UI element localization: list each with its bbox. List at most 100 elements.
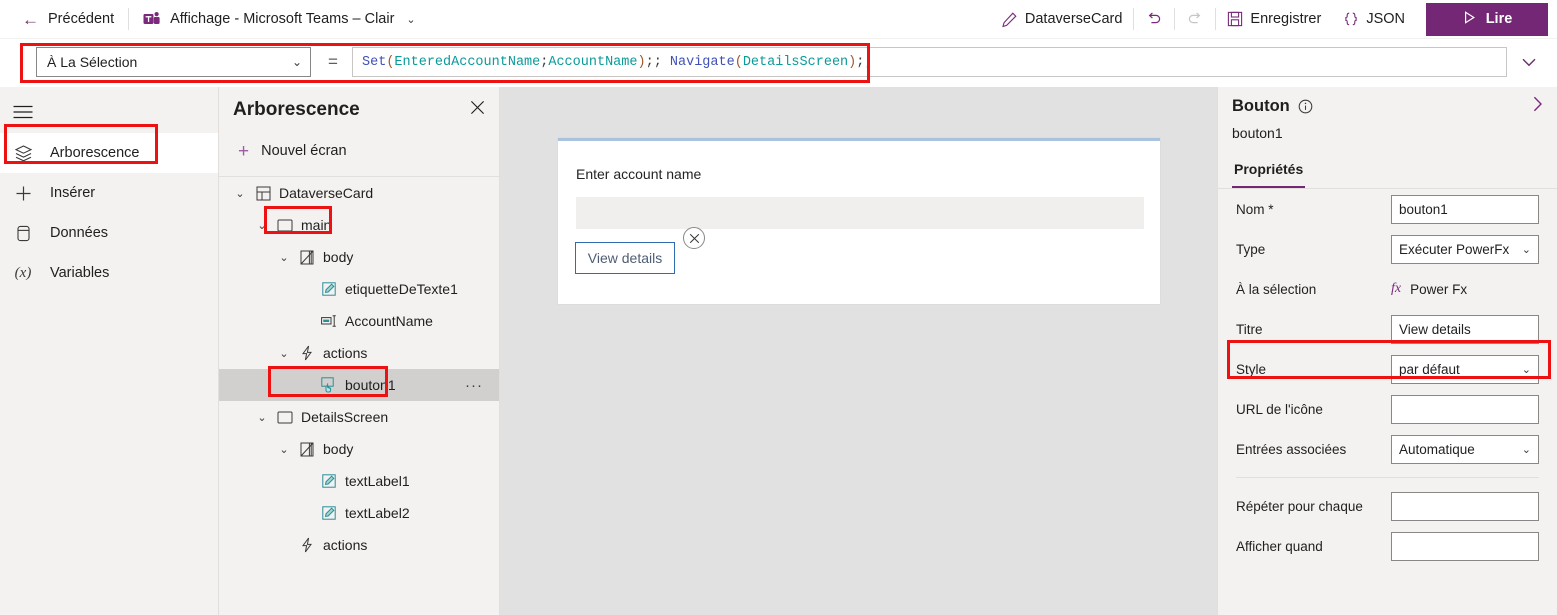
new-screen-label: Nouvel écran — [261, 143, 347, 159]
sidebar-item-label: Insérer — [50, 185, 96, 201]
property-dropdown-type[interactable]: Exécuter PowerFx ⌄ — [1391, 234, 1539, 264]
chevron-down-icon[interactable]: ⌄ — [273, 443, 295, 456]
tree-node-label: etiquetteDeTexte1 — [345, 281, 458, 297]
formula-token: ;; — [645, 54, 670, 70]
view-details-button[interactable]: View details — [575, 242, 675, 274]
property-input-url-de-l-ic-ne[interactable] — [1391, 394, 1539, 424]
play-button[interactable]: Lire — [1426, 2, 1548, 36]
sidebar-item-label: Données — [50, 225, 109, 241]
chevron-down-icon: ⌄ — [406, 13, 416, 26]
save-button[interactable]: Enregistrer — [1216, 0, 1332, 39]
tree-node-textlabel2[interactable]: textLabel2 — [219, 497, 499, 529]
formula-token: AccountName — [548, 54, 638, 70]
app-name-dropdown[interactable]: Affichage - Microsoft Teams – Clair ⌄ — [129, 0, 428, 39]
formula-text: Set(EnteredAccountName;AccountName);; Na… — [362, 55, 872, 70]
tree-node-bouton1[interactable]: bouton1 ··· — [219, 369, 499, 401]
sidebar-item-label: Arborescence — [50, 145, 140, 161]
close-icon[interactable] — [470, 100, 485, 120]
chevron-down-icon: ⌄ — [291, 55, 302, 69]
tree-node-label: textLabel1 — [345, 473, 410, 489]
button-icon — [317, 377, 341, 393]
chevron-down-icon[interactable]: ⌄ — [273, 251, 295, 264]
tree-node-actions[interactable]: ⌄ actions — [219, 337, 499, 369]
tree-node-etiquettedetexte1[interactable]: etiquetteDeTexte1 — [219, 273, 499, 305]
tab-proprietes[interactable]: Propriétés — [1232, 161, 1306, 188]
tree-node-textlabel1[interactable]: textLabel1 — [219, 465, 499, 497]
property-value: par défaut — [1399, 361, 1460, 377]
sidebar-item-variables[interactable]: (x) Variables — [0, 253, 218, 293]
formula-expand-button[interactable] — [1512, 47, 1546, 77]
tree-node-label: actions — [323, 537, 368, 553]
view-details-button-label: View details — [587, 250, 663, 266]
top-bar-right-group: DataverseCard Enregistrer JSON Lire — [990, 0, 1557, 39]
formula-token: ( — [734, 54, 743, 70]
tree-node-accountname[interactable]: AccountName — [219, 305, 499, 337]
plus-icon — [12, 184, 34, 203]
edit-app-button[interactable]: DataverseCard — [990, 0, 1134, 39]
property-value: Exécuter PowerFx — [1399, 241, 1510, 257]
info-circle-icon[interactable] — [1298, 99, 1313, 114]
undo-icon — [1145, 10, 1163, 28]
tree-panel-title: Arborescence — [233, 99, 360, 120]
sidebar-item-inserer[interactable]: Insérer — [0, 173, 218, 213]
tree-node-main[interactable]: ⌄ main — [219, 209, 499, 241]
property-label: URL de l'icône — [1236, 401, 1323, 417]
equals-sign: = — [328, 52, 338, 71]
tree-node-dataversecard[interactable]: ⌄ DataverseCard — [219, 177, 499, 209]
play-triangle-icon — [1462, 10, 1477, 29]
chevron-right-icon[interactable] — [1533, 96, 1543, 116]
label-icon — [317, 506, 341, 520]
property-label: Titre — [1236, 321, 1263, 337]
property-value: View details — [1399, 321, 1471, 337]
tree-node-label: DataverseCard — [279, 185, 374, 201]
property-selector-dropdown[interactable]: À La Sélection ⌄ — [36, 47, 311, 77]
hamburger-icon[interactable] — [0, 91, 46, 133]
undo-button[interactable] — [1134, 0, 1174, 39]
property-row-url-de-l-ic-ne: URL de l'icône — [1218, 389, 1557, 429]
app-grid-icon — [251, 186, 275, 201]
circle-x-icon[interactable] — [683, 227, 705, 249]
divider — [1236, 477, 1539, 478]
sidebar-item-donnees[interactable]: Données — [0, 213, 218, 253]
redo-button[interactable] — [1175, 0, 1215, 39]
label-icon — [317, 474, 341, 488]
chevron-down-icon[interactable]: ⌄ — [273, 347, 295, 360]
chevron-down-icon[interactable]: ⌄ — [229, 187, 251, 200]
sidebar-item-arborescence[interactable]: Arborescence — [0, 133, 218, 173]
tree-node-body[interactable]: ⌄ body — [219, 433, 499, 465]
label-icon — [317, 282, 341, 296]
property-row-type: Type Exécuter PowerFx ⌄ — [1218, 229, 1557, 269]
play-label: Lire — [1485, 11, 1513, 27]
property-input-nom[interactable]: bouton1 — [1391, 194, 1539, 224]
new-screen-button[interactable]: + Nouvel écran — [219, 133, 499, 169]
redo-icon — [1186, 10, 1204, 28]
property-input-r-p-ter-pour-chaque[interactable] — [1391, 491, 1539, 521]
property-row-la-s-lection: À la sélection fx Power Fx — [1218, 269, 1557, 309]
back-button[interactable]: ← Précédent — [0, 0, 128, 39]
tree-node-detailsscreen[interactable]: ⌄ DetailsScreen — [219, 401, 499, 433]
property-dropdown-entr-es-associ-es[interactable]: Automatique ⌄ — [1391, 434, 1539, 464]
property-label: Répéter pour chaque — [1236, 498, 1363, 514]
tree-node-body[interactable]: ⌄ body — [219, 241, 499, 273]
chevron-down-icon[interactable]: ⌄ — [251, 219, 273, 232]
property-row-titre: Titre View details — [1218, 309, 1557, 349]
properties-panel: Bouton bouton1 Propriétés Nom * bouton1 Ty… — [1217, 87, 1557, 615]
property-dropdown-style[interactable]: par défaut ⌄ — [1391, 354, 1539, 384]
chevron-down-icon[interactable]: ⌄ — [251, 411, 273, 424]
account-name-input[interactable] — [576, 197, 1144, 229]
lightning-icon — [295, 345, 319, 361]
formula-input[interactable]: Set(EnteredAccountName;AccountName);; Na… — [352, 47, 1507, 77]
property-selector-value: À La Sélection — [47, 54, 138, 70]
tree-node-list: ⌄ DataverseCard ⌄ main ⌄ body etiquetteDeTexte… — [219, 177, 499, 561]
more-options-icon[interactable]: ··· — [465, 377, 483, 394]
tree-node-actions[interactable]: actions — [219, 529, 499, 561]
property-row-entr-es-associ-es: Entrées associées Automatique ⌄ — [1218, 429, 1557, 469]
back-button-label: Précédent — [48, 11, 115, 27]
pencil-icon — [1001, 11, 1018, 28]
property-input-titre[interactable]: View details — [1391, 314, 1539, 344]
tree-node-label: body — [323, 441, 354, 457]
power-fx-link[interactable]: fx Power Fx — [1391, 281, 1467, 297]
json-button[interactable]: JSON — [1332, 0, 1416, 39]
tree-view-panel: Arborescence + Nouvel écran ⌄ DataverseCa… — [219, 87, 500, 615]
property-input-afficher-quand[interactable] — [1391, 531, 1539, 561]
